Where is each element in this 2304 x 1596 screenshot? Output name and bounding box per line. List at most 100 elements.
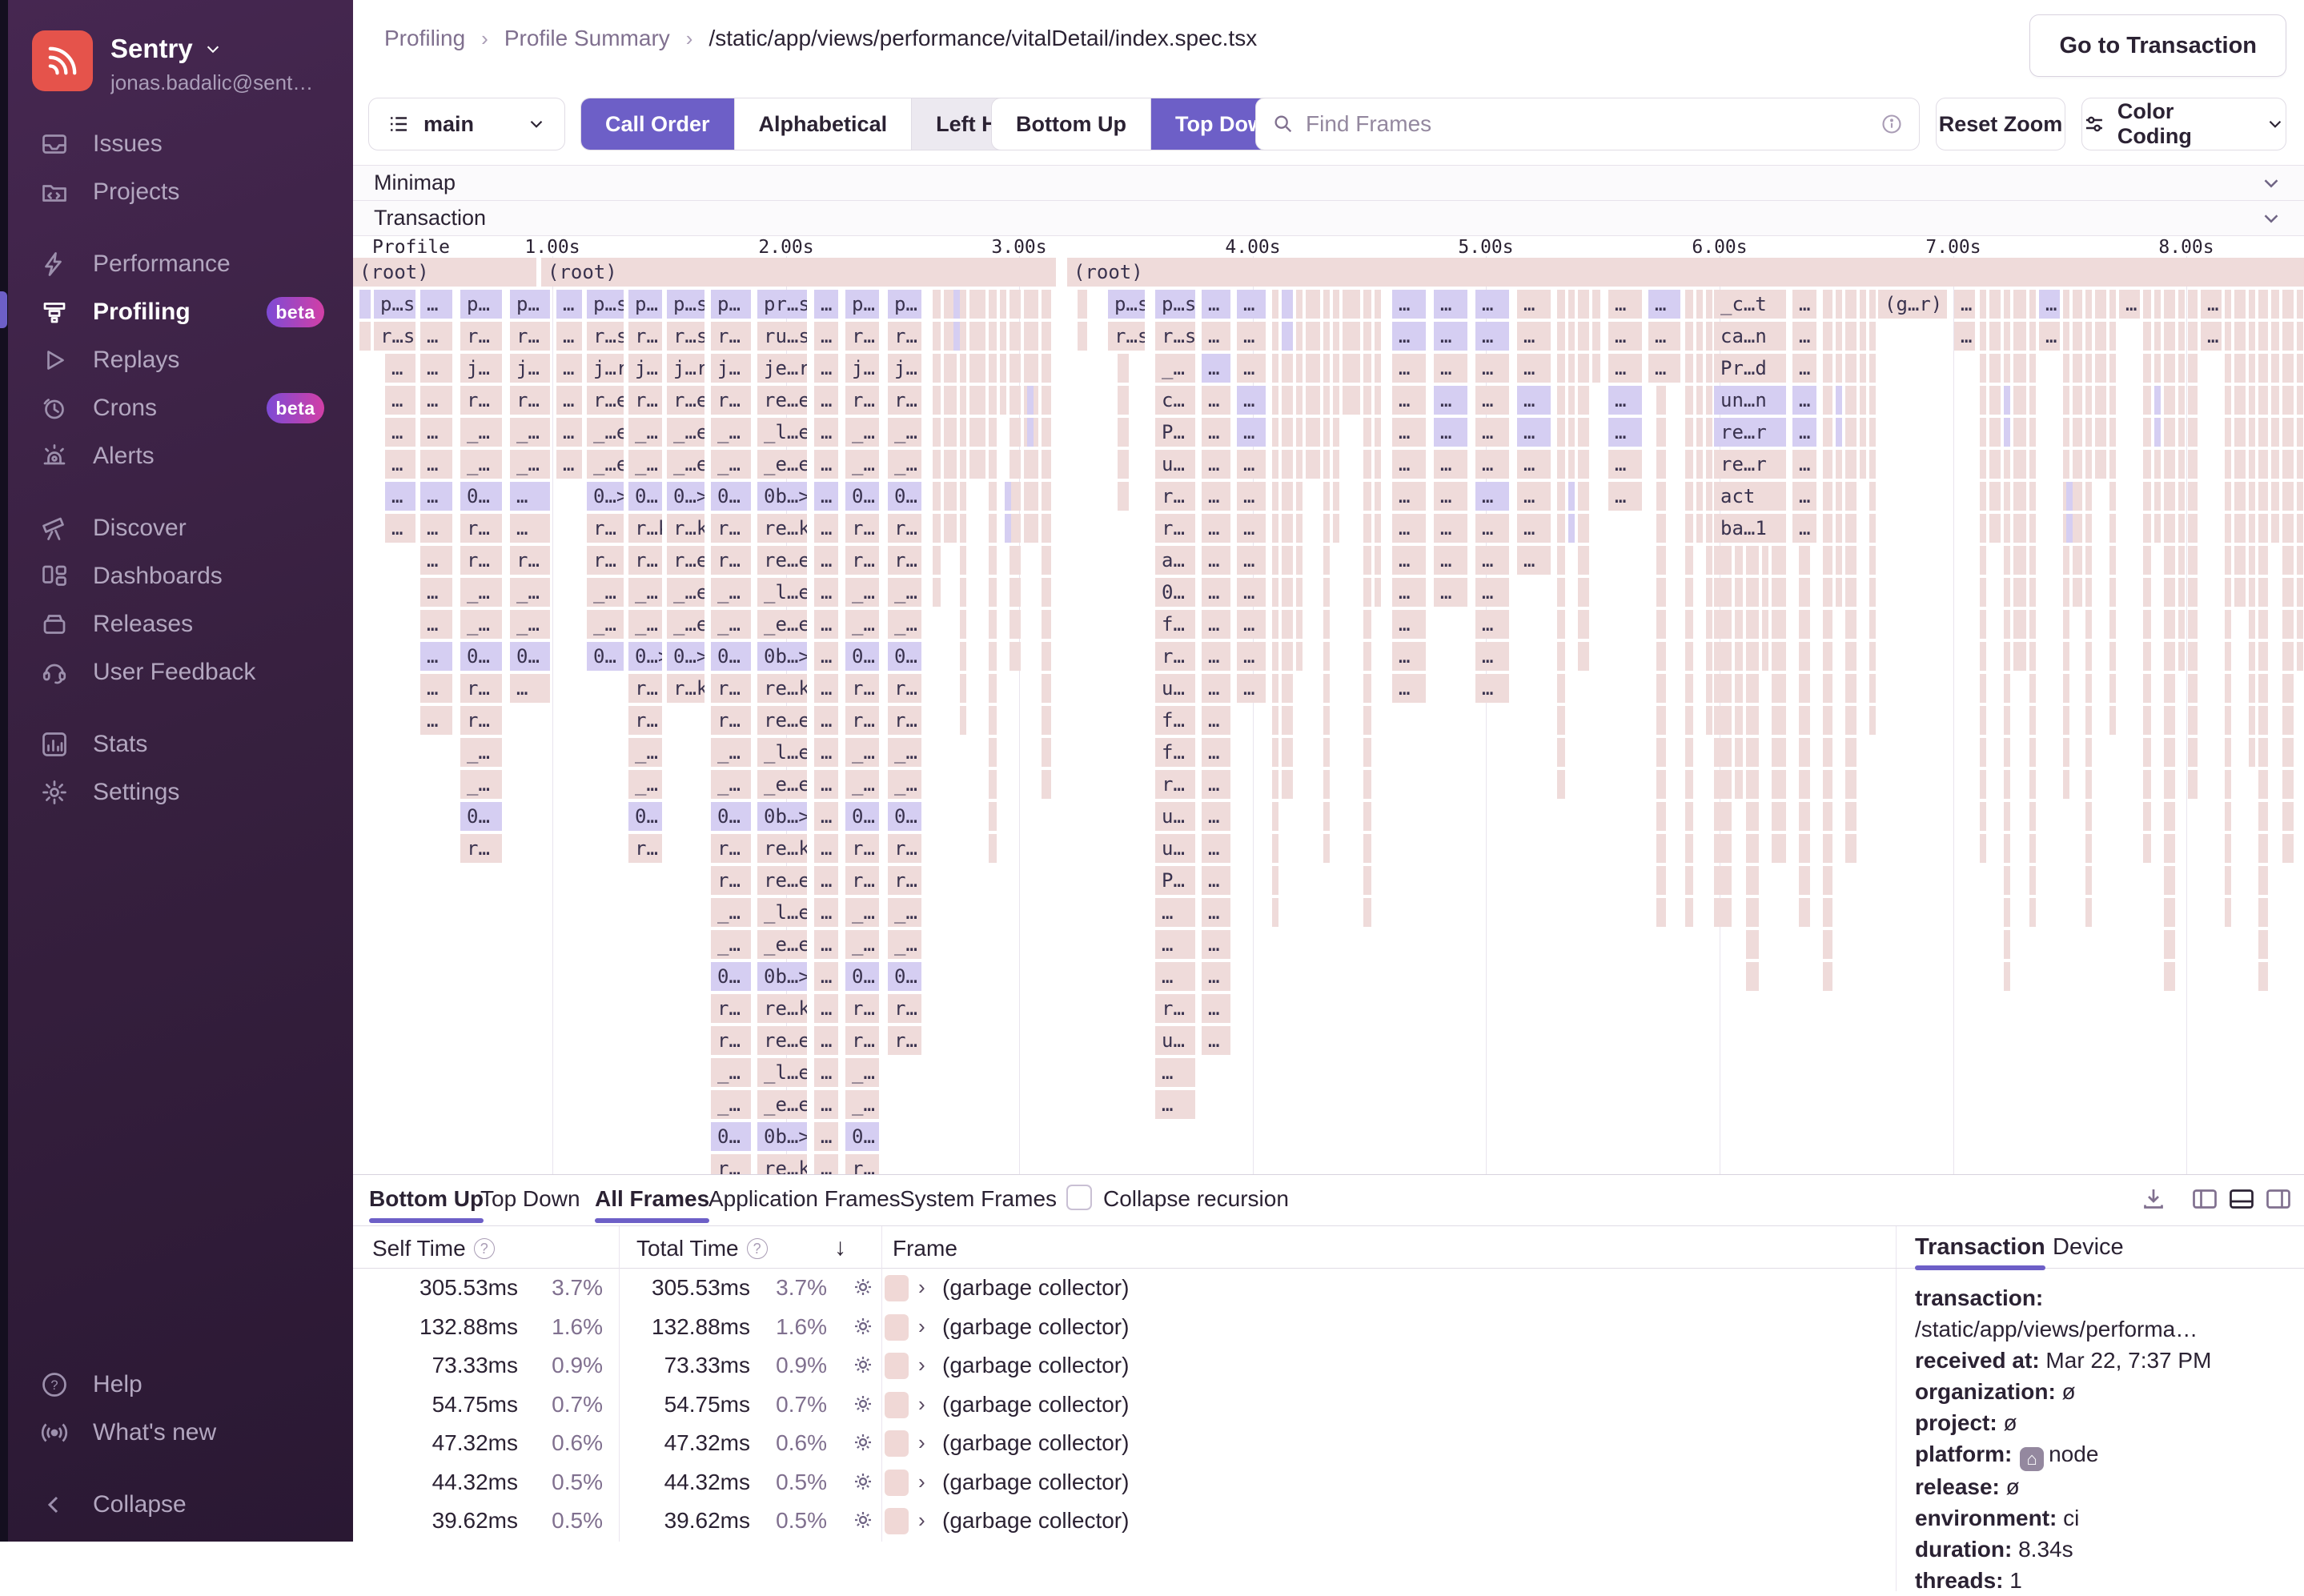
flame-frame[interactable]	[960, 642, 966, 671]
flame-frame[interactable]	[1042, 770, 1051, 799]
flame-frame[interactable]	[2258, 578, 2268, 607]
flame-frame[interactable]	[2225, 674, 2231, 703]
flame-frame[interactable]: c…	[1155, 386, 1195, 415]
flame-frame[interactable]	[2271, 482, 2279, 511]
flame-frame[interactable]: …	[1434, 322, 1467, 351]
flame-frame[interactable]: r…	[888, 994, 921, 1023]
flame-frame[interactable]	[2225, 386, 2231, 415]
flame-frame[interactable]	[1706, 642, 1712, 671]
flame-frame[interactable]: _…	[845, 738, 879, 767]
flame-frame[interactable]: …	[1792, 322, 1816, 351]
flame-frame[interactable]	[2063, 642, 2069, 671]
flame-frame[interactable]	[2063, 290, 2069, 319]
flame-frame[interactable]	[1869, 482, 1876, 511]
flame-frame[interactable]: _…	[510, 418, 550, 447]
flame-frame[interactable]: …	[1392, 386, 1426, 415]
flame-frame[interactable]	[1980, 674, 1986, 703]
flame-frame[interactable]: …	[420, 642, 452, 671]
flame-frame[interactable]: …	[2119, 290, 2140, 319]
flame-frame[interactable]	[1272, 770, 1278, 799]
flame-frame[interactable]	[1333, 386, 1339, 415]
flame-frame[interactable]	[1845, 322, 1856, 351]
flame-frame[interactable]: …	[1792, 386, 1816, 415]
flame-frame[interactable]	[1363, 354, 1371, 383]
flame-frame[interactable]	[2249, 482, 2255, 511]
flame-frame[interactable]	[1375, 322, 1381, 351]
flame-frame[interactable]: …	[814, 418, 838, 447]
flame-frame[interactable]	[2249, 354, 2255, 383]
flame-frame[interactable]	[2164, 322, 2175, 351]
flame-frame[interactable]	[960, 482, 966, 511]
flame-frame[interactable]	[2063, 546, 2069, 575]
flame-frame[interactable]	[359, 290, 371, 319]
expand-chevron-icon[interactable]: ›	[918, 1392, 925, 1417]
expand-chevron-icon[interactable]: ›	[918, 1353, 925, 1377]
flame-frame[interactable]	[1746, 962, 1759, 991]
flame-frame[interactable]	[1010, 450, 1021, 479]
flame-frame[interactable]: j…	[460, 354, 502, 383]
flame-frame[interactable]	[1000, 354, 1006, 383]
flame-frame[interactable]	[1656, 802, 1666, 831]
flame-frame[interactable]	[1042, 482, 1051, 511]
flame-frame[interactable]	[1685, 898, 1693, 927]
flame-frame[interactable]	[2143, 386, 2151, 415]
flame-frame[interactable]	[2013, 482, 2026, 511]
flame-frame[interactable]: _…	[628, 450, 662, 479]
flame-frame[interactable]	[1282, 354, 1293, 383]
gear-icon[interactable]	[851, 1470, 875, 1494]
flame-frame[interactable]: re…e	[757, 546, 807, 575]
flame-frame[interactable]: …	[1202, 642, 1230, 671]
flame-frame[interactable]	[1823, 418, 1832, 447]
flame-frame[interactable]	[1272, 322, 1278, 351]
frame-name[interactable]: (garbage collector)	[942, 1353, 1129, 1378]
flame-frame[interactable]	[1762, 578, 1768, 607]
flame-frame[interactable]	[2188, 578, 2198, 607]
flame-frame[interactable]	[2029, 674, 2036, 703]
flame-frame[interactable]	[1296, 482, 1303, 511]
flame-frame[interactable]: _…e	[587, 450, 624, 479]
flame-frame[interactable]: r…	[711, 834, 751, 863]
flame-frame[interactable]: _…	[845, 770, 879, 799]
flame-frame[interactable]	[1272, 610, 1278, 639]
flame-frame[interactable]: _…e	[667, 578, 704, 607]
flame-frame[interactable]: _…	[888, 930, 921, 959]
flame-frame[interactable]	[1363, 450, 1371, 479]
flame-frame[interactable]	[2154, 386, 2161, 415]
flame-frame[interactable]	[1656, 706, 1666, 735]
flame-frame[interactable]	[1323, 738, 1330, 767]
flame-frame[interactable]	[1656, 482, 1666, 511]
flame-frame[interactable]	[2282, 578, 2294, 607]
flame-frame[interactable]: …	[1237, 546, 1266, 575]
flame-frame[interactable]	[2029, 386, 2036, 415]
flame-frame[interactable]	[1363, 290, 1371, 319]
flame-frame[interactable]	[1762, 546, 1768, 575]
flame-frame[interactable]	[2004, 354, 2010, 383]
gear-icon[interactable]	[851, 1275, 875, 1299]
flame-frame[interactable]	[2225, 706, 2231, 735]
flame-frame[interactable]: _l…e	[757, 1058, 807, 1087]
flame-frame[interactable]	[2249, 450, 2255, 479]
flame-frame[interactable]	[1363, 386, 1371, 415]
flame-frame[interactable]	[1685, 706, 1693, 735]
flame-frame[interactable]: …	[1202, 610, 1230, 639]
flame-frame[interactable]: …	[1202, 674, 1230, 703]
flame-frame[interactable]	[1375, 450, 1381, 479]
flame-frame[interactable]: …	[1792, 354, 1816, 383]
flame-frame[interactable]: r…	[711, 386, 751, 415]
flame-frame[interactable]	[1746, 770, 1759, 799]
flame-frame[interactable]: _…	[711, 898, 751, 927]
flame-frame[interactable]	[1706, 482, 1712, 511]
flame-frame[interactable]: r…	[1155, 642, 1195, 671]
flame-frame[interactable]: …	[1475, 642, 1509, 671]
flame-frame[interactable]	[1714, 834, 1732, 863]
flame-frame[interactable]	[960, 578, 966, 607]
flame-frame[interactable]	[2225, 866, 2231, 895]
flame-frame[interactable]	[1042, 418, 1051, 447]
flame-frame[interactable]	[2109, 706, 2116, 735]
flame-frame[interactable]	[2164, 770, 2175, 799]
flame-frame[interactable]: _…	[587, 610, 624, 639]
flame-frame[interactable]	[1656, 898, 1666, 927]
flame-frame[interactable]	[2085, 866, 2092, 895]
flame-frame[interactable]	[1010, 482, 1021, 511]
flame-frame[interactable]: …	[1608, 482, 1642, 511]
